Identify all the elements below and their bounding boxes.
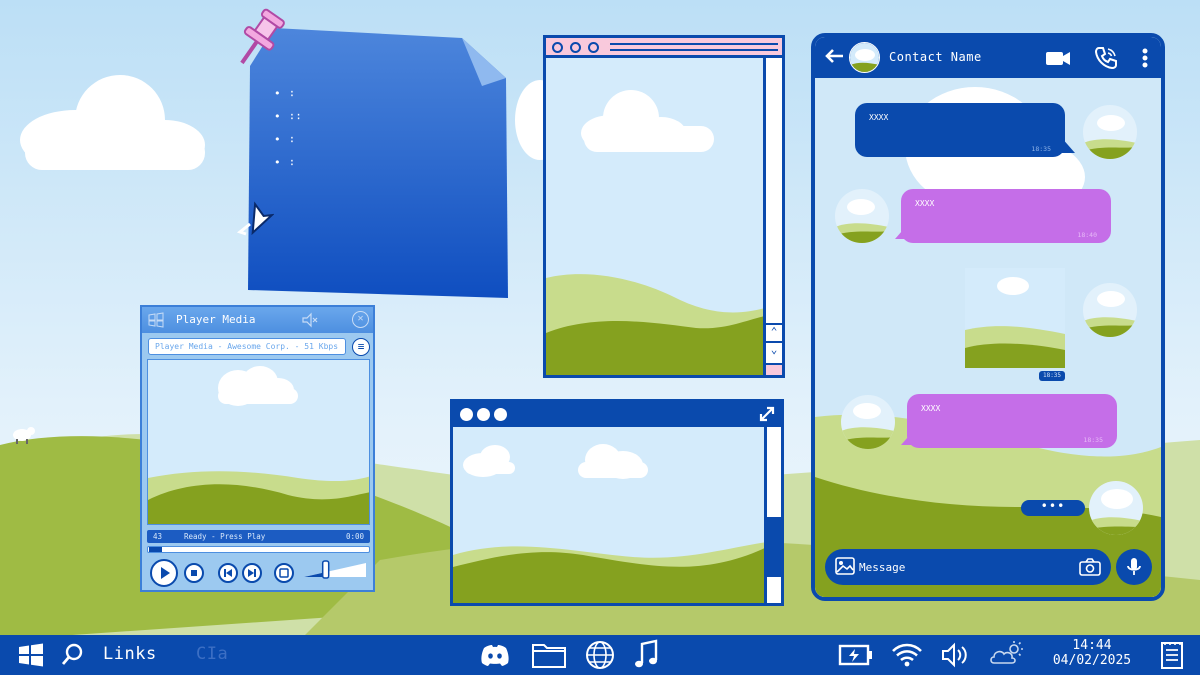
battery-icon[interactable] (838, 639, 874, 671)
clock-date: 04/02/2025 (1052, 653, 1132, 668)
message-bubble-sent[interactable]: XXXX 18:35 (907, 394, 1117, 448)
volume-icon[interactable] (940, 639, 970, 671)
avatar[interactable] (835, 189, 889, 243)
window-control-dot[interactable] (460, 408, 473, 421)
avatar[interactable] (1083, 105, 1137, 159)
windows-icon[interactable] (18, 639, 44, 671)
window-control-dot[interactable] (494, 408, 507, 421)
player-titlebar[interactable]: Player Media ✕ (142, 307, 373, 333)
status-time: 0:00 (345, 532, 364, 541)
next-button[interactable] (242, 563, 262, 583)
image-window-wide[interactable] (450, 399, 784, 606)
sticky-note-item: ∶∶ (274, 105, 302, 128)
avatar[interactable] (1083, 283, 1137, 337)
stop-button[interactable] (184, 563, 204, 583)
discord-icon[interactable] (478, 639, 512, 671)
window-landscape-image (453, 427, 767, 603)
window-control-dot[interactable] (588, 42, 599, 53)
video-screen[interactable] (147, 359, 370, 525)
sticky-note-item: ∶ (274, 82, 302, 105)
track-info-bar: Player Media - Awesome Corp. - 51 Kbps (148, 338, 346, 355)
mute-icon[interactable] (300, 310, 320, 330)
scroll-down-icon[interactable]: ⌄ (766, 341, 782, 357)
folder-icon[interactable] (531, 639, 567, 671)
search-icon[interactable] (60, 639, 86, 671)
player-status-bar: 43 Ready - Press Play 0:00 (147, 530, 370, 543)
expand-icon[interactable] (758, 405, 776, 423)
sticky-note-item: ∶ (274, 151, 302, 174)
image-window-tall[interactable]: ⌃ ⌄ (543, 35, 785, 378)
phone-icon[interactable] (1092, 44, 1120, 72)
playlist-button[interactable] (274, 563, 294, 583)
music-note-icon[interactable] (632, 639, 660, 671)
chat-header: Contact Name (815, 37, 1161, 78)
message-time: 18:35 (1031, 145, 1051, 153)
vertical-scrollbar[interactable]: ⌃ ⌄ (763, 58, 782, 375)
window-titlebar[interactable] (453, 402, 781, 427)
window-titlebar[interactable] (546, 38, 782, 58)
scrollbar-footer (766, 363, 782, 375)
message-text: XXXX (869, 113, 889, 122)
status-text: Ready - Press Play (184, 532, 266, 541)
windows-logo-icon (146, 310, 166, 330)
cia-label[interactable]: CIa (196, 644, 228, 664)
links-label[interactable]: Links (103, 644, 157, 664)
clock[interactable]: 14:44 04/02/2025 (1036, 638, 1148, 668)
more-vertical-icon[interactable] (1131, 44, 1159, 72)
player-title: Player Media (176, 313, 256, 326)
camera-icon[interactable] (1079, 557, 1101, 577)
seek-bar-fill (149, 547, 162, 552)
avatar[interactable] (841, 395, 895, 449)
scroll-up-icon[interactable]: ⌃ (766, 323, 782, 339)
close-icon[interactable]: ✕ (352, 311, 369, 328)
window-landscape-image (546, 58, 765, 375)
contact-name: Contact Name (889, 50, 982, 64)
message-bubble-received[interactable]: XXXX 18:35 (855, 103, 1065, 157)
message-time: 18:35 (1083, 436, 1103, 444)
globe-icon[interactable] (584, 639, 616, 671)
bubble-tail (1061, 137, 1075, 153)
message-text: XXXX (921, 404, 941, 413)
volume-slider[interactable] (302, 559, 368, 579)
contact-avatar[interactable] (849, 42, 880, 73)
mouse-cursor-icon (234, 194, 275, 238)
status-number: 43 (153, 532, 163, 541)
taskbar: Links CIa 14:44 04/02/2025 (0, 635, 1200, 675)
title-lines (610, 43, 778, 51)
message-time: 18:40 (1077, 231, 1097, 239)
window-control-dot[interactable] (570, 42, 581, 53)
previous-button[interactable] (218, 563, 238, 583)
microphone-button[interactable] (1116, 549, 1152, 585)
message-input[interactable] (859, 555, 1069, 579)
media-player-window[interactable]: Player Media ✕ Player Media - Awesome Co… (140, 305, 375, 592)
notes-icon[interactable] (1158, 639, 1186, 671)
gallery-icon[interactable] (835, 557, 855, 575)
scrollbar-thumb[interactable] (767, 517, 781, 577)
menu-icon[interactable]: ≡ (352, 338, 370, 356)
avatar[interactable] (1089, 481, 1143, 535)
message-bubble-sent[interactable]: XXXX 18:40 (901, 189, 1111, 243)
vertical-scrollbar[interactable] (764, 427, 781, 603)
typing-indicator: ••• (1021, 500, 1085, 516)
weather-icon[interactable] (988, 639, 1026, 671)
back-arrow-icon[interactable] (823, 44, 847, 75)
photo-message[interactable] (965, 268, 1065, 368)
microphone-icon (1127, 558, 1141, 575)
message-composer (825, 549, 1111, 585)
play-button[interactable] (150, 559, 178, 587)
message-time: 18:35 (1039, 371, 1065, 381)
chat-window[interactable]: Contact Name XXXX 18:35 XXXX 18:40 18:35 (811, 33, 1165, 601)
window-control-dot[interactable] (552, 42, 563, 53)
video-call-icon[interactable] (1044, 44, 1072, 72)
seek-bar[interactable] (147, 546, 370, 553)
wifi-icon[interactable] (890, 639, 924, 671)
message-text: XXXX (915, 199, 935, 208)
window-control-dot[interactable] (477, 408, 490, 421)
push-pin-icon (226, 6, 290, 74)
sticky-note-list: ∶ ∶∶ ∶ ∶ (274, 82, 302, 174)
sticky-note-item: ∶ (274, 128, 302, 151)
clock-time: 14:44 (1072, 638, 1112, 653)
